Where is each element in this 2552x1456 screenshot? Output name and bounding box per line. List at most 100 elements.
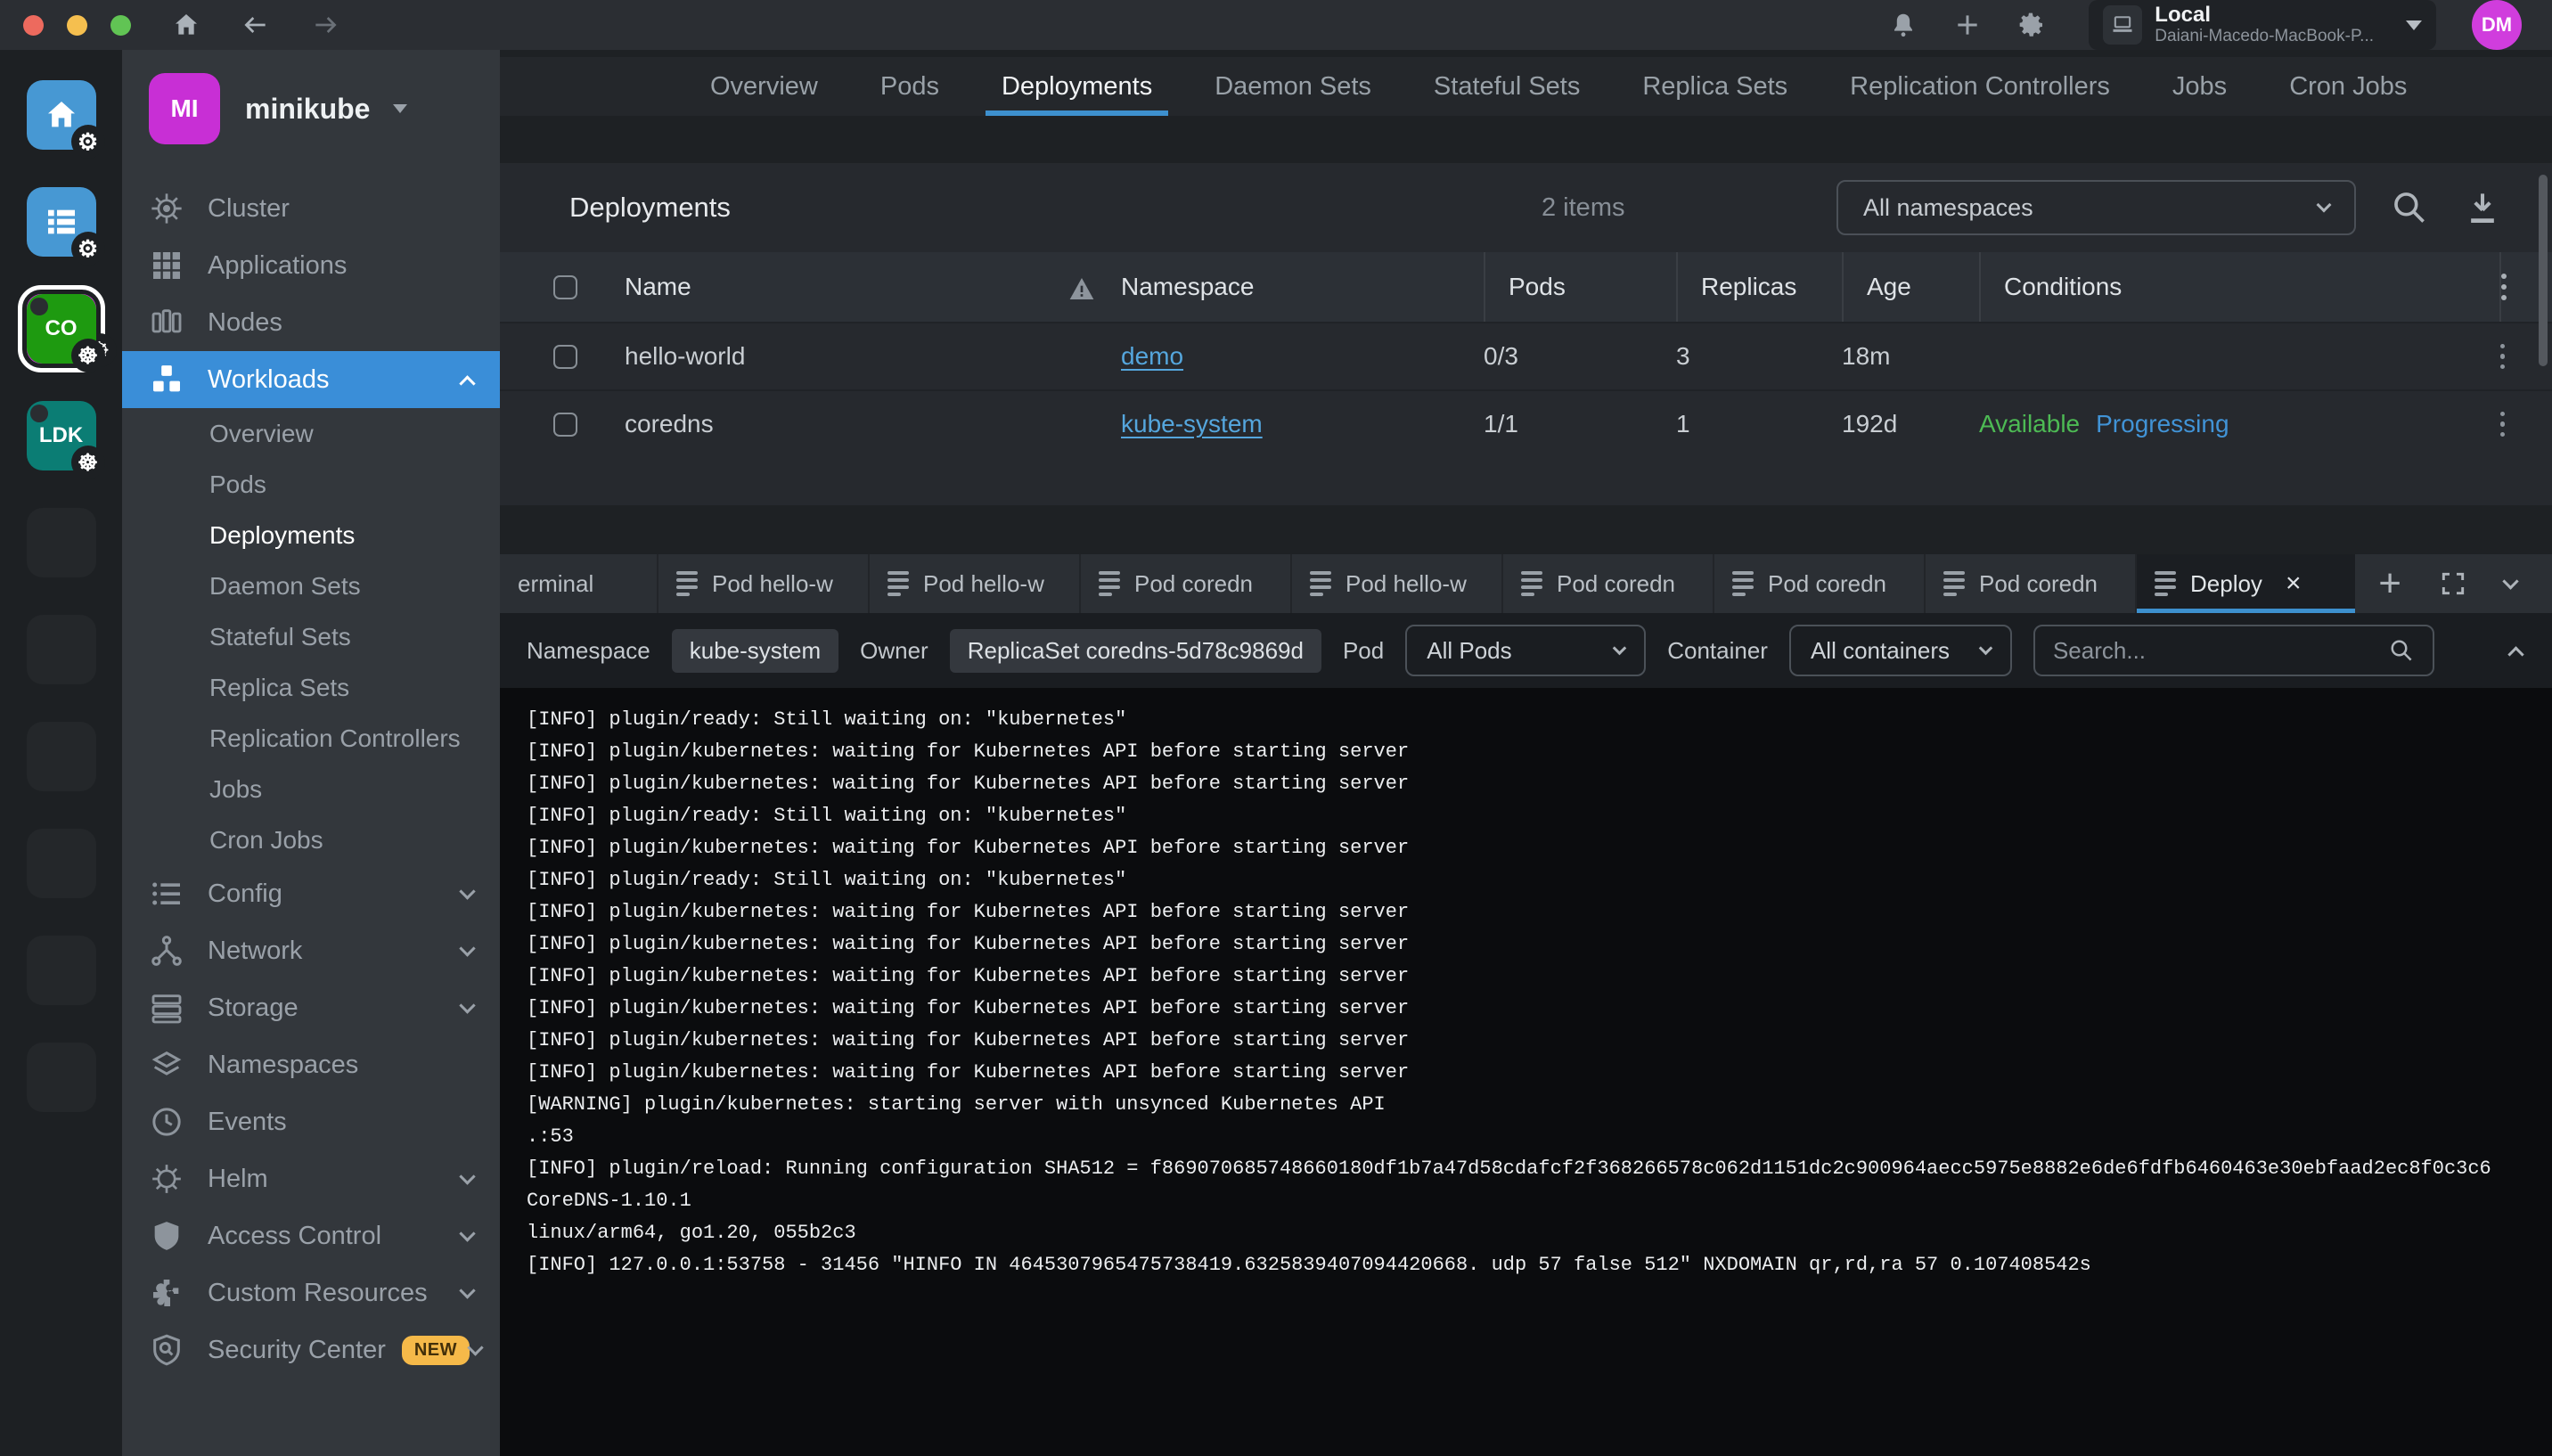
- close-icon[interactable]: ×: [2286, 568, 2302, 599]
- sidebar-item-pods[interactable]: Pods: [122, 459, 500, 510]
- kebab-menu-icon[interactable]: [2499, 252, 2507, 322]
- container-select[interactable]: All containers: [1789, 625, 2012, 676]
- items-count: 2 items: [1542, 193, 1624, 223]
- dock-tab-pod-logs[interactable]: Pod hello-w: [870, 554, 1081, 613]
- namespace-chip[interactable]: kube-system: [672, 629, 838, 673]
- minimize-window-button[interactable]: [67, 15, 87, 36]
- sidebar-item-replica-sets[interactable]: Replica Sets: [122, 662, 500, 713]
- rail-catalog-button[interactable]: ⚙: [27, 187, 96, 257]
- window-titlebar: Local Daiani-Macedo-MacBook-P... DM: [0, 0, 2552, 50]
- cluster-hub-selector[interactable]: Local Daiani-Macedo-MacBook-P...: [2089, 0, 2436, 50]
- log-output[interactable]: [INFO] plugin/ready: Still waiting on: "…: [500, 688, 2552, 1456]
- column-header-name[interactable]: Name: [625, 252, 1067, 322]
- sidebar-item-nodes[interactable]: Nodes: [122, 294, 500, 351]
- chevron-down-icon[interactable]: [2502, 573, 2518, 589]
- sidebar-item-custom-resources[interactable]: Custom Resources: [122, 1264, 500, 1321]
- cluster-sidebar: MI minikube Cluster Applications Nodes: [122, 50, 500, 1456]
- kebab-menu-icon[interactable]: [2500, 344, 2506, 370]
- tab-daemon-sets[interactable]: Daemon Sets: [1209, 57, 1377, 116]
- dock-tab-pod-logs[interactable]: Pod coredn: [1081, 554, 1292, 613]
- add-plus-icon[interactable]: [1953, 11, 1982, 39]
- namespace-link[interactable]: demo: [1121, 342, 1183, 371]
- settings-gear-icon[interactable]: [2017, 11, 2046, 39]
- cluster-initials: LDK: [39, 423, 83, 448]
- select-all-checkbox[interactable]: [553, 275, 577, 299]
- cluster-switcher[interactable]: MI minikube: [122, 73, 500, 144]
- sidebar-item-storage[interactable]: Storage: [122, 979, 500, 1036]
- tab-overview[interactable]: Overview: [705, 57, 823, 116]
- rail-cluster-co[interactable]: CO ☸: [27, 294, 96, 364]
- sidebar-item-network[interactable]: Network: [122, 922, 500, 979]
- pod-select[interactable]: All Pods: [1405, 625, 1646, 676]
- sidebar-item-cluster[interactable]: Cluster: [122, 180, 500, 237]
- log-line: [INFO] plugin/kubernetes: waiting for Ku…: [527, 1025, 2552, 1057]
- kebab-menu-icon[interactable]: [2500, 412, 2506, 438]
- dock-tab-pod-logs[interactable]: Pod hello-w: [1292, 554, 1503, 613]
- tab-jobs[interactable]: Jobs: [2167, 57, 2232, 116]
- sidebar-item-workloads[interactable]: Workloads: [122, 351, 500, 408]
- sidebar-item-events[interactable]: Events: [122, 1093, 500, 1150]
- dock-tab-terminal[interactable]: erminal: [500, 554, 658, 613]
- namespace-select[interactable]: All namespaces: [1836, 180, 2356, 235]
- sidebar-item-replication-controllers[interactable]: Replication Controllers: [122, 713, 500, 764]
- column-header-replicas[interactable]: Replicas: [1676, 252, 1842, 322]
- sidebar-item-namespaces[interactable]: Namespaces: [122, 1036, 500, 1093]
- sidebar-item-security-center[interactable]: Security Center NEW: [122, 1321, 500, 1378]
- logs-icon: [2155, 571, 2176, 596]
- close-window-button[interactable]: [23, 15, 44, 36]
- log-search-box[interactable]: [2033, 625, 2434, 676]
- tab-cron-jobs[interactable]: Cron Jobs: [2284, 57, 2412, 116]
- owner-chip[interactable]: ReplicaSet coredns-5d78c9869d: [950, 629, 1321, 673]
- forward-arrow-icon[interactable]: [311, 11, 339, 39]
- back-arrow-icon[interactable]: [241, 11, 270, 39]
- log-search-input[interactable]: [2053, 637, 2388, 665]
- new-tab-plus-icon[interactable]: +: [2378, 564, 2401, 603]
- sidebar-item-cron-jobs[interactable]: Cron Jobs: [122, 814, 500, 865]
- dock-tab-pod-logs[interactable]: Pod coredn: [1503, 554, 1714, 613]
- dock-tab-pod-logs[interactable]: Pod coredn: [1714, 554, 1926, 613]
- cluster-name: minikube: [245, 93, 370, 126]
- download-icon[interactable]: [2463, 188, 2502, 227]
- sidebar-item-jobs[interactable]: Jobs: [122, 764, 500, 814]
- network-icon: [149, 933, 184, 969]
- dock-tab-pod-logs[interactable]: Pod hello-w: [658, 554, 870, 613]
- lens-app-window: Local Daiani-Macedo-MacBook-P... DM ⚙ ⚙ …: [0, 0, 2552, 1456]
- column-header-conditions[interactable]: Conditions: [1979, 252, 2453, 322]
- home-icon[interactable]: [172, 11, 200, 39]
- tab-pods[interactable]: Pods: [875, 57, 945, 116]
- sidebar-item-config[interactable]: Config: [122, 865, 500, 922]
- user-avatar[interactable]: DM: [2472, 0, 2522, 50]
- rail-home-button[interactable]: ⚙: [27, 80, 96, 150]
- tab-replication-controllers[interactable]: Replication Controllers: [1844, 57, 2115, 116]
- search-icon[interactable]: [2390, 188, 2429, 227]
- sidebar-item-applications[interactable]: Applications: [122, 237, 500, 294]
- table-row[interactable]: coredns kube-system 1/1 1 192d Available…: [500, 389, 2552, 457]
- column-header-namespace[interactable]: Namespace: [1121, 252, 1484, 322]
- row-checkbox[interactable]: [553, 345, 577, 369]
- sidebar-item-daemon-sets[interactable]: Daemon Sets: [122, 560, 500, 611]
- maximize-window-button[interactable]: [110, 15, 131, 36]
- tab-replica-sets[interactable]: Replica Sets: [1637, 57, 1793, 116]
- sidebar-item-access-control[interactable]: Access Control: [122, 1207, 500, 1264]
- sidebar-item-helm[interactable]: Helm: [122, 1150, 500, 1207]
- rail-cluster-ldk[interactable]: LDK ☸: [27, 401, 96, 470]
- dock-tab-deploy-logs-active[interactable]: Deploy ×: [2137, 554, 2355, 613]
- sidebar-item-workloads-overview[interactable]: Overview: [122, 408, 500, 459]
- table-row[interactable]: hello-world demo 0/3 3 18m: [500, 322, 2552, 389]
- scrollbar-thumb[interactable]: [2539, 175, 2548, 366]
- log-line: [INFO] plugin/kubernetes: waiting for Ku…: [527, 832, 2552, 864]
- pods-cell: 1/1: [1484, 410, 1676, 438]
- column-header-pods[interactable]: Pods: [1484, 252, 1676, 322]
- dock-tab-pod-logs[interactable]: Pod coredn: [1926, 554, 2137, 613]
- namespace-link[interactable]: kube-system: [1121, 410, 1263, 438]
- notifications-bell-icon[interactable]: [1889, 11, 1918, 39]
- tab-deployments[interactable]: Deployments: [996, 57, 1157, 116]
- tab-stateful-sets[interactable]: Stateful Sets: [1428, 57, 1585, 116]
- expand-fullscreen-icon[interactable]: [2439, 569, 2467, 598]
- row-checkbox[interactable]: [553, 413, 577, 437]
- sidebar-item-deployments[interactable]: Deployments: [122, 510, 500, 560]
- sidebar-item-stateful-sets[interactable]: Stateful Sets: [122, 611, 500, 662]
- chevron-up-icon[interactable]: [2507, 646, 2523, 662]
- warning-triangle-icon[interactable]: [1067, 274, 1096, 299]
- column-header-age[interactable]: Age: [1842, 252, 1979, 322]
